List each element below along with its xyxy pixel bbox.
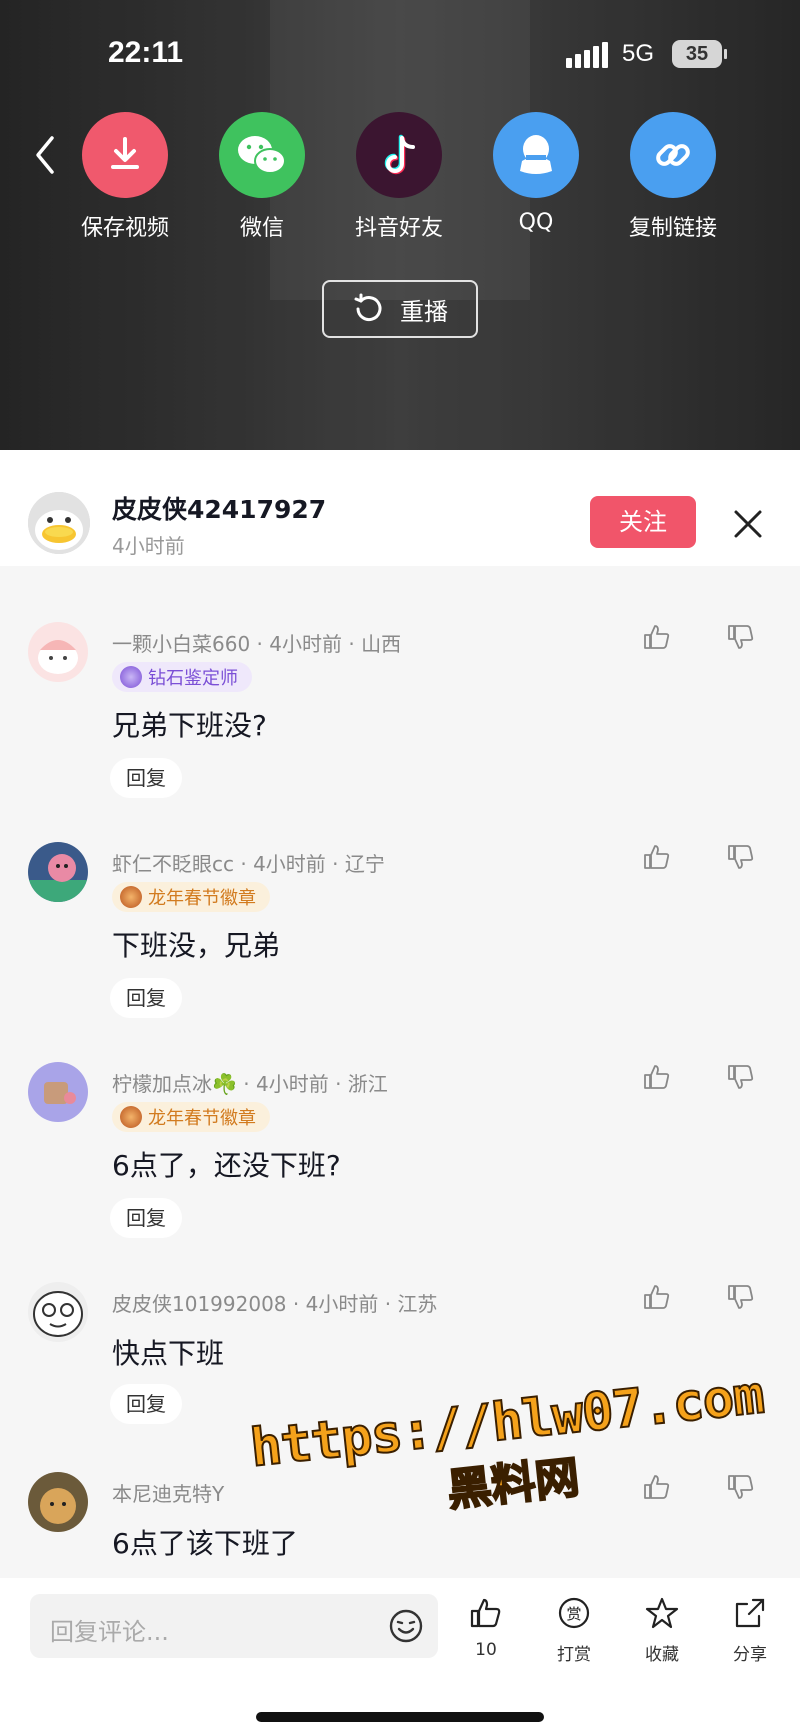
like-count: 10 (475, 1640, 497, 1660)
share-label: 微信 (239, 216, 284, 241)
comment-meta: 一颗小白菜660 · 4小时前 · 山西 (112, 632, 402, 656)
share-icon (735, 1598, 765, 1628)
badge-label: 钻石鉴定师 (148, 668, 238, 689)
share-label: 复制链接 (628, 216, 717, 241)
comment-location: 山西 (361, 632, 402, 656)
status-time: 22:11 (108, 36, 184, 69)
comment-text: 快点下班 (112, 1337, 225, 1370)
replay-label: 重播 (400, 297, 448, 326)
link-icon (630, 112, 716, 198)
thumbs-down-icon[interactable] (726, 842, 756, 872)
reply-input[interactable]: 回复评论... (30, 1594, 438, 1658)
network-type: 5G (622, 40, 655, 67)
badge-label: 龙年春节徽章 (148, 1108, 256, 1129)
close-icon[interactable] (728, 504, 768, 544)
avatar[interactable] (28, 1062, 88, 1122)
share-panel: 保存视频 微信 抖音好友 QQ 复制链接 (0, 112, 800, 252)
thumbs-down-icon[interactable] (726, 1062, 756, 1092)
comment-time: 4小时前 (269, 632, 342, 656)
share-label: 抖音好友 (354, 216, 443, 241)
bottom-action-bar: 回复评论... 10 赏 打赏 收藏 分享 (0, 1578, 800, 1732)
avatar[interactable] (28, 1282, 88, 1342)
comment-username[interactable]: 一颗小白菜660 (112, 632, 250, 656)
comment-username[interactable]: 虾仁不眨眼cc (112, 852, 234, 876)
qq-icon (493, 112, 579, 198)
dragon-badge-icon (120, 1106, 142, 1128)
share-save-video[interactable]: 保存视频 (60, 112, 190, 242)
reply-button[interactable]: 回复 (110, 1198, 182, 1238)
dragon-badge-icon (120, 886, 142, 908)
svg-text:赏: 赏 (566, 1605, 581, 1623)
reply-button[interactable]: 回复 (110, 978, 182, 1018)
download-icon (82, 112, 168, 198)
comment-meta: 皮皮侠101992008 · 4小时前 · 江苏 (112, 1292, 438, 1316)
badge-label: 龙年春节徽章 (148, 888, 256, 909)
replay-icon (354, 293, 382, 322)
follow-button[interactable]: 关注 (590, 496, 696, 548)
user-badge: 龙年春节徽章 (112, 1102, 270, 1132)
star-icon (645, 1597, 679, 1629)
wechat-icon (219, 112, 305, 198)
comment-meta: 虾仁不眨眼cc · 4小时前 · 辽宁 (112, 852, 385, 876)
diamond-icon (120, 666, 142, 688)
thumbs-up-icon (470, 1598, 501, 1628)
reward-label: 打赏 (557, 1645, 591, 1665)
comment-time: 4小时前 (305, 1292, 379, 1316)
thumbs-down-icon[interactable] (726, 622, 756, 652)
collect-label: 收藏 (645, 1645, 679, 1665)
thumbs-up-icon[interactable] (642, 622, 672, 652)
avatar[interactable] (28, 492, 90, 554)
share-label: QQ (518, 210, 554, 235)
comment-text: 兄弟下班没? (112, 709, 267, 742)
reply-button[interactable]: 回复 (110, 1384, 182, 1424)
like-button[interactable]: 10 (456, 1596, 516, 1660)
post-header: 皮皮侠42417927 4小时前 关注 (0, 450, 800, 566)
user-badge: 钻石鉴定师 (112, 662, 252, 692)
collect-button[interactable]: 收藏 (632, 1596, 692, 1665)
comment-time: 4小时前 (253, 852, 326, 876)
thumbs-up-icon[interactable] (642, 842, 672, 872)
share-button[interactable]: 分享 (720, 1596, 780, 1665)
share-label: 分享 (733, 1645, 767, 1665)
comment-text: 下班没，兄弟 (112, 929, 281, 962)
author-name[interactable]: 皮皮侠42417927 (112, 490, 326, 526)
comment-username[interactable]: 柠檬加点冰☘️ (112, 1072, 237, 1096)
douyin-icon (356, 112, 442, 198)
comment-meta: 本尼迪克特Y (112, 1478, 224, 1507)
comment-location: 浙江 (347, 1072, 388, 1096)
comment-username[interactable]: 本尼迪克特Y (112, 1482, 224, 1506)
thumbs-up-icon[interactable] (642, 1062, 672, 1092)
status-bar: 22:11 5G 35 (0, 28, 800, 84)
post-time: 4小时前 (112, 534, 185, 558)
share-wechat[interactable]: 微信 (197, 112, 327, 242)
reward-button[interactable]: 赏 打赏 (544, 1596, 604, 1665)
replay-button[interactable]: 重播 (322, 280, 478, 338)
comment-time: 4小时前 (255, 1072, 329, 1096)
share-label: 保存视频 (80, 216, 169, 241)
comment-meta: 柠檬加点冰☘️ · 4小时前 · 浙江 (112, 1072, 388, 1096)
thumbs-down-icon[interactable] (726, 1282, 756, 1312)
signal-icon (566, 42, 608, 68)
reply-button[interactable]: 回复 (110, 758, 182, 798)
home-indicator[interactable] (256, 1712, 544, 1722)
reward-icon: 赏 (558, 1597, 590, 1629)
avatar[interactable] (28, 842, 88, 902)
avatar[interactable] (28, 622, 88, 682)
comment-location: 江苏 (397, 1292, 438, 1316)
reply-input-placeholder: 回复评论... (50, 1618, 169, 1646)
share-copy-link[interactable]: 复制链接 (608, 112, 738, 242)
emoji-icon[interactable] (388, 1608, 424, 1644)
avatar[interactable] (28, 1472, 88, 1532)
battery-icon: 35 (672, 40, 727, 68)
comment-text: 6点了，还没下班? (112, 1149, 341, 1182)
share-douyin-friend[interactable]: 抖音好友 (334, 112, 464, 242)
user-badge: 龙年春节徽章 (112, 882, 270, 912)
share-qq[interactable]: QQ (471, 112, 601, 235)
thumbs-up-icon[interactable] (642, 1282, 672, 1312)
watermark: https://hlw07.com 黑料网 (245, 1364, 775, 1539)
comment-username[interactable]: 皮皮侠101992008 (112, 1292, 287, 1316)
comment-location: 辽宁 (344, 852, 385, 876)
